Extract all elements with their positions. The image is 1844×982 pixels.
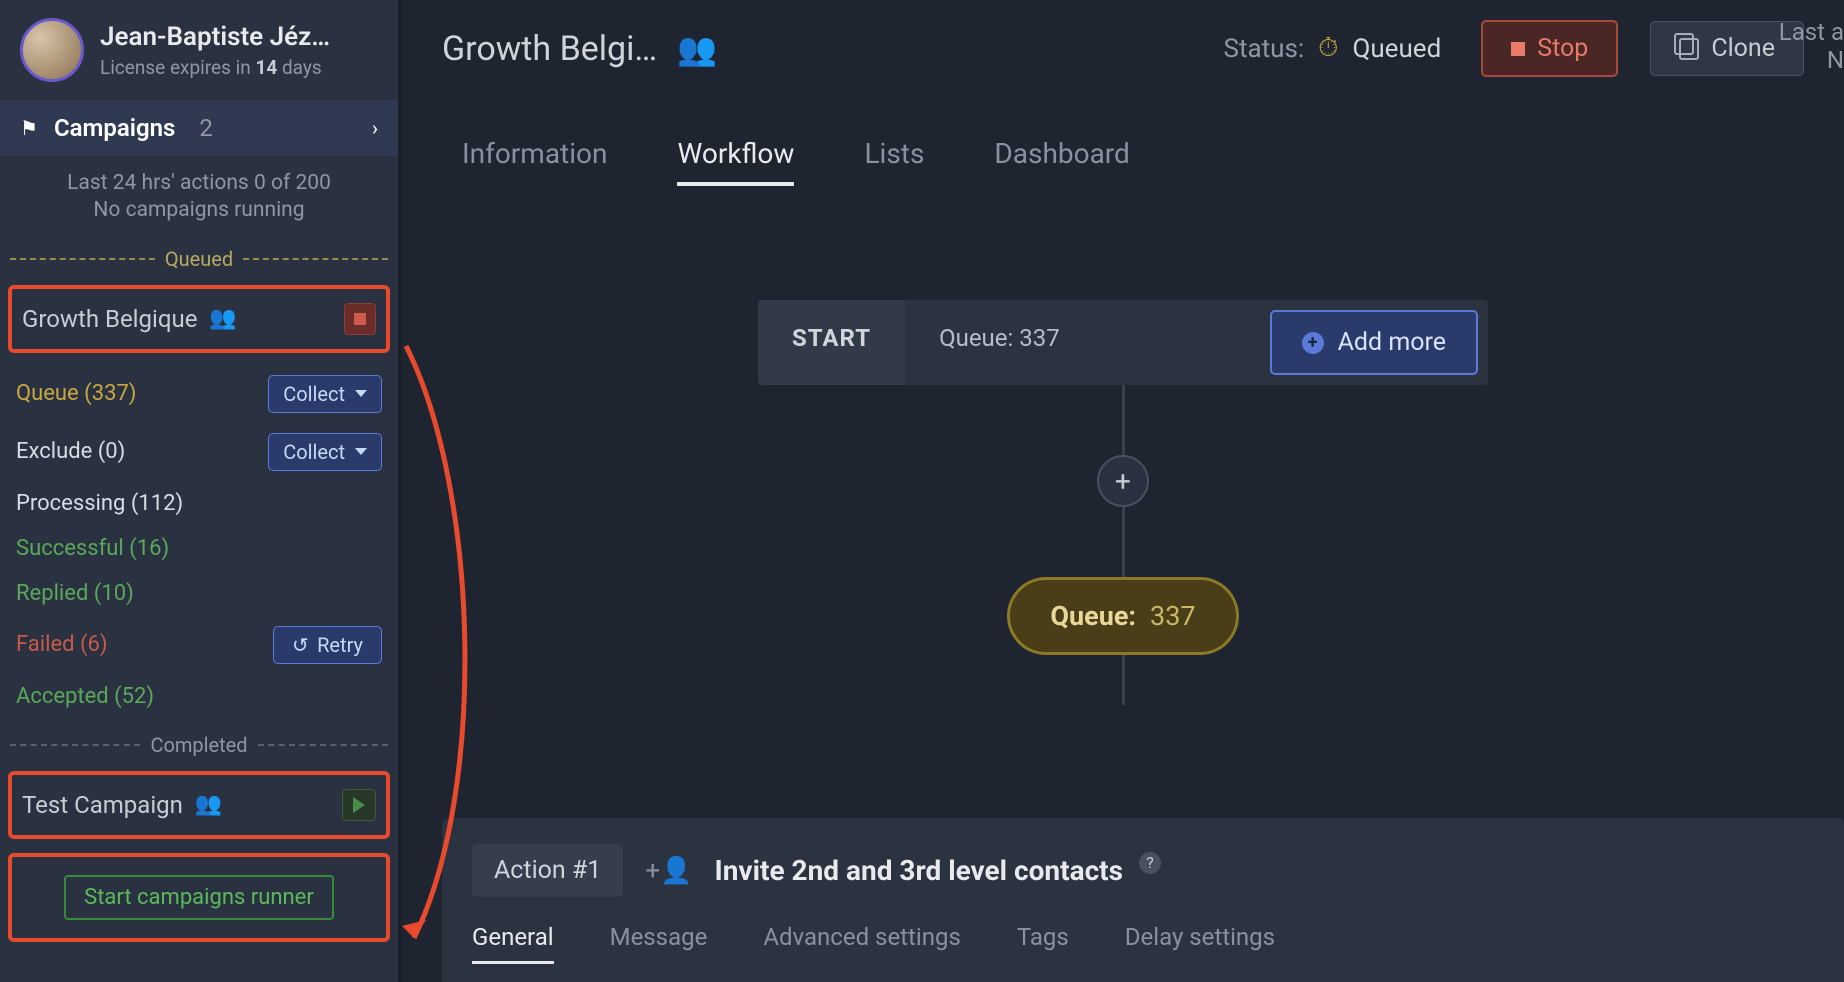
license-text: License expires in 14 days <box>100 56 330 79</box>
chevron-down-icon <box>355 390 367 397</box>
campaign-name: Test Campaign <box>22 791 183 819</box>
campaign-item-growth-belgique[interactable]: Growth Belgique 👥 <box>8 285 390 353</box>
campaign-item-test[interactable]: Test Campaign 👥 <box>8 771 390 839</box>
campaigns-nav[interactable]: ⚑ Campaigns 2 › <box>0 100 398 156</box>
action-badge: Action #1 <box>472 844 623 897</box>
stat-failed[interactable]: Failed (6) ↻Retry <box>16 616 382 674</box>
stopwatch-icon: ⏱ <box>1318 33 1338 64</box>
chevron-down-icon <box>355 448 367 455</box>
retry-icon: ↻ <box>292 633 309 657</box>
plus-icon: + <box>1302 332 1324 354</box>
stats-line2: No campaigns running <box>10 197 388 224</box>
stat-exclude[interactable]: Exclude (0) Collect <box>16 423 382 481</box>
collect-queue-button[interactable]: Collect <box>268 375 382 413</box>
topbar: Growth Belgi… 👥 Status: ⏱ Queued Stop Cl… <box>442 0 1804 87</box>
tab-lists[interactable]: Lists <box>864 137 924 186</box>
campaigns-label: Campaigns <box>54 114 175 142</box>
action-header: Action #1 +👤 Invite 2nd and 3rd level co… <box>472 844 1814 897</box>
collect-exclude-button[interactable]: Collect <box>268 433 382 471</box>
stat-accepted[interactable]: Accepted (52) <box>16 674 382 719</box>
stat-processing[interactable]: Processing (112) <box>16 481 382 526</box>
usage-stats: Last 24 hrs' actions 0 of 200 No campaig… <box>0 156 398 239</box>
user-block: Jean-Baptiste Jéz… License expires in 14… <box>0 0 398 100</box>
action-panel: Action #1 +👤 Invite 2nd and 3rd level co… <box>442 818 1844 982</box>
action-tabs: General Message Advanced settings Tags D… <box>472 923 1814 964</box>
people-icon: 👥 <box>195 792 222 817</box>
tab-dashboard[interactable]: Dashboard <box>994 137 1129 186</box>
action-title: Invite 2nd and 3rd level contacts <box>715 854 1124 887</box>
people-icon: 👥 <box>677 30 717 68</box>
stop-icon <box>354 313 366 325</box>
workflow-connector <box>1122 507 1125 577</box>
campaigns-count: 2 <box>199 114 213 142</box>
stat-replied[interactable]: Replied (10) <box>16 571 382 616</box>
retry-button[interactable]: ↻Retry <box>273 626 382 664</box>
start-label: START <box>758 300 905 385</box>
play-campaign-button[interactable] <box>342 789 376 821</box>
flag-icon: ⚑ <box>20 116 38 140</box>
stop-button[interactable]: Stop <box>1481 20 1618 77</box>
user-name: Jean-Baptiste Jéz… <box>100 22 330 52</box>
main-tabs: Information Workflow Lists Dashboard <box>442 87 1804 210</box>
stop-icon <box>1511 42 1525 56</box>
avatar[interactable] <box>20 18 84 82</box>
completed-divider: Completed <box>0 725 398 765</box>
add-more-button[interactable]: + Add more <box>1270 310 1478 375</box>
stop-campaign-button[interactable] <box>344 303 376 335</box>
people-icon: 👥 <box>209 306 236 331</box>
main-content: Last aN Growth Belgi… 👥 Status: ⏱ Queued… <box>402 0 1844 982</box>
status-label: Status: <box>1224 34 1305 64</box>
queue-node[interactable]: Queue: 337 <box>1007 577 1238 655</box>
queued-divider: Queued <box>0 239 398 279</box>
tab-advanced[interactable]: Advanced settings <box>763 923 961 964</box>
play-icon <box>353 797 365 813</box>
tab-delay[interactable]: Delay settings <box>1125 923 1275 964</box>
add-person-icon: +👤 <box>645 856 692 886</box>
workflow-connector <box>1122 385 1125 455</box>
start-node: START Queue: 337 + Add more <box>758 300 1488 385</box>
status-value: Queued <box>1352 34 1441 64</box>
runner-block: Start campaigns runner <box>8 853 390 942</box>
status-wrap: Status: ⏱ Queued <box>1224 33 1442 64</box>
tab-workflow[interactable]: Workflow <box>677 137 794 186</box>
campaign-name: Growth Belgique <box>22 305 197 333</box>
tab-tags[interactable]: Tags <box>1017 923 1069 964</box>
queue-count: Queue: 337 <box>905 300 1260 385</box>
sidebar: Jean-Baptiste Jéz… License expires in 14… <box>0 0 402 982</box>
help-icon[interactable]: ? <box>1139 852 1161 874</box>
campaign-stats: Queue (337) Collect Exclude (0) Collect … <box>0 359 398 725</box>
last-activity-label: Last aN <box>1779 18 1844 74</box>
copy-icon <box>1679 38 1699 60</box>
page-title: Growth Belgi… <box>442 29 657 69</box>
workflow-canvas: START Queue: 337 + Add more + Queue: 337 <box>442 210 1804 705</box>
stat-queue[interactable]: Queue (337) Collect <box>16 365 382 423</box>
tab-information[interactable]: Information <box>462 137 607 186</box>
stats-line1: Last 24 hrs' actions 0 of 200 <box>10 170 388 197</box>
tab-message[interactable]: Message <box>610 923 708 964</box>
tab-general[interactable]: General <box>472 923 554 964</box>
workflow-connector <box>1122 655 1125 705</box>
chevron-right-icon: › <box>372 116 378 140</box>
start-campaigns-runner-button[interactable]: Start campaigns runner <box>64 875 334 920</box>
add-step-button[interactable]: + <box>1097 455 1149 507</box>
stat-successful[interactable]: Successful (16) <box>16 526 382 571</box>
